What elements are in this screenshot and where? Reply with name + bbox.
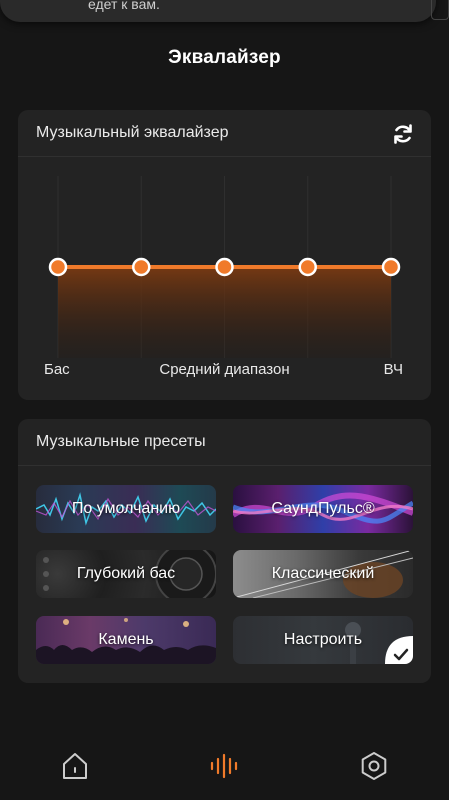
home-icon[interactable] <box>59 750 91 782</box>
page-title: Эквалайзер <box>168 47 281 68</box>
preset-soundpulse-label: СаундПульс® <box>271 500 375 517</box>
presets-card-divider <box>18 465 431 466</box>
preset-rock-button[interactable]: Камень <box>36 616 216 664</box>
preset-rock-label: Камень <box>98 631 154 648</box>
band-handle-1[interactable] <box>48 257 68 277</box>
bottom-tab-bar <box>0 740 449 790</box>
preset-soundpulse-button[interactable]: СаундПульс® <box>233 485 413 533</box>
preset-custom-button[interactable]: Настроить <box>233 616 413 664</box>
equalizer-graph <box>48 176 401 358</box>
band-handle-3[interactable] <box>215 257 234 277</box>
preset-deep-bass-label: Глубокий бас <box>76 565 176 582</box>
notification-edge <box>431 0 449 20</box>
equalizer-curve-fill <box>58 267 391 358</box>
band-label-mid: Средний диапазон <box>159 361 290 378</box>
band-handle-4[interactable] <box>298 257 317 277</box>
notification-banner[interactable]: едет к вам. <box>0 0 436 22</box>
band-label-treble: ВЧ <box>383 361 403 378</box>
notification-text: едет к вам. <box>88 0 160 12</box>
selected-check-icon <box>385 636 413 664</box>
presets-card-title: Музыкальные пресеты <box>36 433 206 450</box>
equalizer-card: Музыкальный эквалайзер Бас Средний диапа… <box>18 110 431 400</box>
presets-card: Музыкальные пресеты По умолчанию СаундПу… <box>18 419 431 683</box>
preset-classic-label: Классический <box>271 565 375 582</box>
preset-default-button[interactable]: По умолчанию <box>36 485 216 533</box>
preset-classic-button[interactable]: Классический <box>233 550 413 598</box>
band-handle-2[interactable] <box>132 257 151 277</box>
preset-default-label: По умолчанию <box>71 500 181 517</box>
band-handle-5[interactable] <box>381 257 401 277</box>
settings-hex-icon[interactable] <box>358 750 390 782</box>
preset-custom-label: Настроить <box>283 631 363 648</box>
preset-deep-bass-button[interactable]: Глубокий бас <box>36 550 216 598</box>
equalizer-bars-icon[interactable] <box>208 750 240 782</box>
